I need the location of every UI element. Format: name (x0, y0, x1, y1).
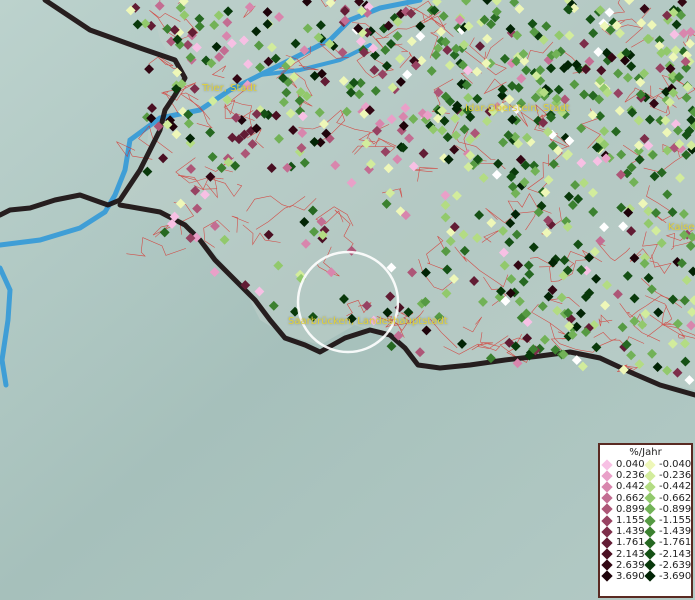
legend-item: -0.442 (644, 481, 692, 493)
legend-swatch (644, 526, 656, 538)
legend-item: 3.690 (601, 570, 646, 583)
legend-swatch (601, 559, 613, 571)
legend-swatch (601, 492, 613, 504)
legend-value: -1.761 (659, 537, 692, 549)
legend-panel: %/Jahr 0.040 0.236 0.442 0.662 0.899 1.155 1.4… (598, 443, 693, 598)
legend-swatch (644, 458, 656, 471)
legend-title: %/Jahr (629, 447, 662, 458)
legend-swatch (644, 537, 656, 549)
legend-value: -2.639 (659, 559, 692, 571)
legend-item: -0.662 (644, 492, 692, 504)
legend-item: 1.761 (601, 537, 646, 549)
legend-value: 1.155 (616, 514, 645, 526)
legend-value: 3.690 (616, 570, 645, 582)
legend-value: -0.442 (659, 481, 692, 493)
legend-value: -0.662 (659, 492, 692, 504)
legend-swatch (644, 559, 656, 571)
legend-swatch (644, 470, 656, 482)
legend-swatch (644, 548, 656, 560)
city-label-saarbruecken: Saarbrücken, Landeshauptstadt (288, 316, 448, 327)
legend-swatch (601, 458, 613, 471)
legend-swatch (644, 492, 656, 504)
legend-swatch (644, 570, 656, 583)
legend-swatch (601, 526, 613, 538)
legend-value: -3.690 (659, 570, 692, 582)
legend-value: 2.639 (616, 559, 645, 571)
legend-value: 0.899 (616, 503, 645, 515)
legend-swatch (601, 537, 613, 549)
legend-value: 1.439 (616, 526, 645, 538)
legend-value: -0.236 (659, 470, 692, 482)
legend-item: -0.236 (644, 470, 692, 482)
legend-item: -2.143 (644, 548, 692, 560)
legend-swatch (601, 481, 613, 493)
city-label-kaiserslautern: Kaise (668, 222, 695, 233)
legend-item: -1.155 (644, 514, 692, 527)
legend-value: -0.899 (659, 503, 692, 515)
legend-swatch (601, 570, 613, 583)
legend-value: -1.439 (659, 526, 692, 538)
legend-value: 0.662 (616, 492, 645, 504)
legend-item: 2.143 (601, 548, 646, 560)
legend-swatch (601, 514, 613, 527)
legend-item: 1.439 (601, 526, 646, 538)
legend-value: 0.236 (616, 470, 645, 482)
legend-item: 0.662 (601, 492, 646, 504)
legend-swatch (601, 470, 613, 482)
legend-value: -2.143 (659, 548, 692, 560)
legend-value: 0.442 (616, 481, 645, 493)
legend-item: -0.899 (644, 503, 692, 516)
legend-swatch (601, 503, 613, 516)
legend-value: 0.040 (616, 459, 645, 470)
city-label-idar-oberstein: Idar-Oberstein, Stadt (465, 103, 570, 114)
legend-item: -0.040 (644, 458, 692, 471)
city-label-trier: Trier, Stadt (202, 83, 257, 94)
legend-item: 0.040 (601, 458, 646, 471)
legend-item: 0.442 (601, 481, 646, 493)
legend-item: 0.899 (601, 503, 646, 516)
legend-item: -1.439 (644, 526, 692, 538)
map-canvas[interactable] (0, 0, 695, 600)
legend-value: -1.155 (659, 514, 692, 526)
legend-item: -2.639 (644, 559, 692, 571)
legend-positive-column: 0.040 0.236 0.442 0.662 0.899 1.155 1.439 1.761… (601, 458, 646, 583)
legend-item: -1.761 (644, 537, 692, 549)
legend-swatch (601, 548, 613, 560)
legend-value: 1.761 (616, 537, 645, 549)
legend-item: 1.155 (601, 514, 646, 527)
legend-swatch (644, 514, 656, 527)
legend-value: 2.143 (616, 548, 645, 560)
legend-swatch (644, 503, 656, 516)
legend-value: -0.040 (659, 459, 692, 470)
legend-item: -3.690 (644, 570, 692, 583)
legend-item: 2.639 (601, 559, 646, 571)
legend-swatch (644, 481, 656, 493)
legend-negative-column: -0.040 -0.236 -0.442 -0.662 -0.899 -1.155 -1.4… (644, 458, 692, 583)
legend-item: 0.236 (601, 470, 646, 482)
